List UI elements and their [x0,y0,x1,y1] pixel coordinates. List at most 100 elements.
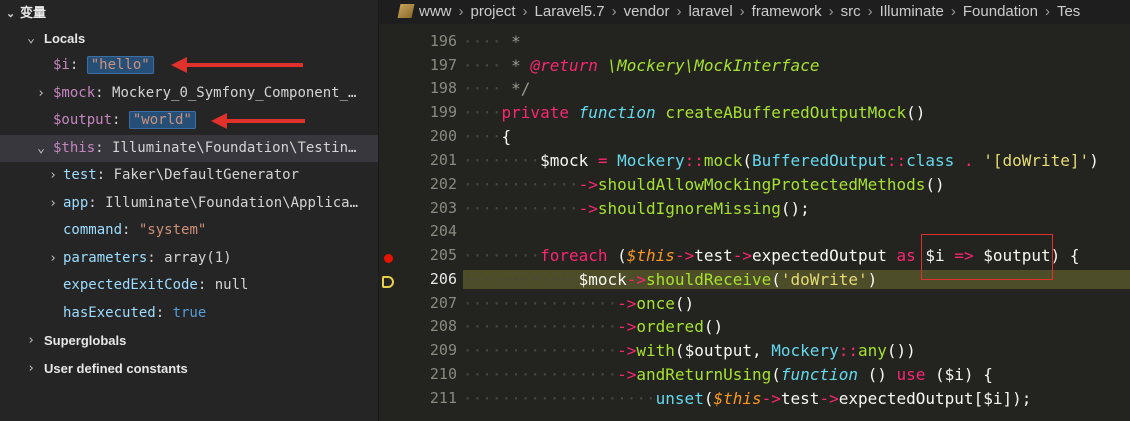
code-line: ····private function createABufferedOutp… [463,103,926,122]
property-value: array(1) [164,250,232,266]
user-constants-label: User defined constants [44,361,188,376]
line-number: 201 [429,151,457,169]
variable-value: Mockery_0_Symfony_Component_… [112,85,357,101]
property-row-test[interactable]: › test: Faker\DefaultGenerator [0,162,378,189]
property-value: Illuminate\Foundation\Applica… [105,195,359,211]
variable-row-mock[interactable]: › $mock: Mockery_0_Symfony_Component_… [0,80,378,107]
breadcrumb-item[interactable]: Laravel5.7 [535,3,605,20]
line-number: 199 [429,103,457,121]
breadcrumb-item[interactable]: laravel [688,3,732,20]
annotation-box [921,234,1053,280]
property-name: expectedExitCode [63,277,198,293]
chevron-down-icon: ⌄ [27,31,35,46]
breadcrumb-item[interactable]: project [471,3,516,20]
line-number: 207 [429,294,457,312]
code-line: ···· * @return \Mockery\MockInterface [463,56,820,75]
annotation-arrow [171,57,303,73]
line-number: 209 [429,341,457,359]
property-value: Faker\DefaultGenerator [113,167,300,183]
line-number: 202 [429,175,457,193]
chevron-right-icon: › [37,86,45,101]
code-line: ············->shouldIgnoreMissing(); [463,199,810,218]
chevron-right-icon: › [27,361,35,376]
line-number: 208 [429,317,457,335]
user-constants-group[interactable]: › User defined constants [0,355,378,382]
property-row-command[interactable]: command: "system" [0,217,378,244]
variable-row-output[interactable]: $output: "world" [0,107,378,134]
breadcrumb: www › project › Laravel5.7 › vendor › laravel › fr… [379,0,1130,24]
superglobals-group[interactable]: › Superglobals [0,327,378,354]
variables-header[interactable]: ⌄ 变量 [6,2,46,24]
chevron-right-icon: › [27,333,35,348]
superglobals-label: Superglobals [44,333,127,348]
breadcrumb-item[interactable]: framework [752,3,822,20]
chevron-right-icon: › [522,3,528,20]
property-name: test [63,167,97,183]
property-name: parameters [63,250,148,266]
property-name: app [63,195,89,211]
variable-name: $i [53,57,70,73]
variable-name: $this [53,140,96,156]
line-number: 204 [429,222,457,240]
code-line: ················->once() [463,294,695,313]
line-number: 211 [429,389,457,407]
property-name: command [63,222,123,238]
code-line: ····{ [463,127,512,146]
variable-name: $output [53,112,113,128]
line-number: 198 [429,79,457,97]
breadcrumb-item[interactable]: www [419,3,452,20]
code-editor[interactable]: 196 197 198 199 200 201 202 203 204 205 … [379,24,1130,421]
code-line: ················->ordered() [463,317,724,336]
chevron-down-icon: ⌄ [6,8,16,20]
code-line: ···· * [463,32,521,51]
code-line: ············->shouldAllowMockingProtecte… [463,175,945,194]
property-row-parameters[interactable]: › parameters: array(1) [0,245,378,272]
chevron-right-icon: › [49,196,57,211]
code-line: ····················unset($this->test->e… [463,389,1032,408]
line-number: 197 [429,56,457,74]
breakpoint-icon[interactable] [384,254,393,263]
chevron-right-icon: › [49,168,57,183]
variable-value: "world" [128,111,196,129]
php-file-icon [397,4,415,18]
property-name: hasExecuted [63,305,156,321]
breadcrumb-item[interactable]: Illuminate [880,3,944,20]
chevron-right-icon: › [676,3,682,20]
breadcrumb-item[interactable]: vendor [624,3,670,20]
chevron-down-icon: ⌄ [37,141,45,156]
property-value: null [214,277,249,293]
chevron-right-icon: › [458,3,464,20]
chevron-right-icon: › [611,3,617,20]
variable-name: $mock [53,85,96,101]
line-number: 203 [429,199,457,217]
variables-panel: ⌄ 变量 ⌄ Locals $i: "hello" › $mock: Mocker… [0,0,379,421]
chevron-right-icon: › [867,3,873,20]
code-line: ················->andReturnUsing(functio… [463,365,993,384]
chevron-right-icon: › [739,3,745,20]
property-value: true [172,305,207,321]
annotation-arrow [211,113,305,129]
line-number: 196 [429,32,457,50]
chevron-right-icon: › [49,251,57,266]
property-value: "system" [138,222,207,238]
variables-title: 变量 [20,5,47,20]
breadcrumb-item[interactable]: Foundation [963,3,1038,20]
current-execution-icon [382,276,394,288]
variable-row-this[interactable]: ⌄ $this: Illuminate\Foundation\Testin… [0,135,378,162]
chevron-right-icon: › [950,3,956,20]
property-row-expectedExitCode[interactable]: expectedExitCode: null [0,272,378,299]
breadcrumb-item[interactable]: Tes [1057,3,1080,20]
locals-group[interactable]: ⌄ Locals [0,25,378,52]
code-line: ···· */ [463,79,531,98]
breadcrumb-item[interactable]: src [841,3,861,20]
code-line: ················->with($output, Mockery:… [463,341,916,360]
property-row-hasExecuted[interactable]: hasExecuted: true [0,300,378,327]
variable-value: "hello" [86,56,154,74]
locals-label: Locals [44,31,86,46]
chevron-right-icon: › [1044,3,1050,20]
line-number: 210 [429,365,457,383]
chevron-right-icon: › [828,3,834,20]
variable-value: Illuminate\Foundation\Testin… [112,140,357,156]
property-row-app[interactable]: › app: Illuminate\Foundation\Applica… [0,190,378,217]
code-line: ········$mock = Mockery::mock(BufferedOu… [463,151,1099,170]
